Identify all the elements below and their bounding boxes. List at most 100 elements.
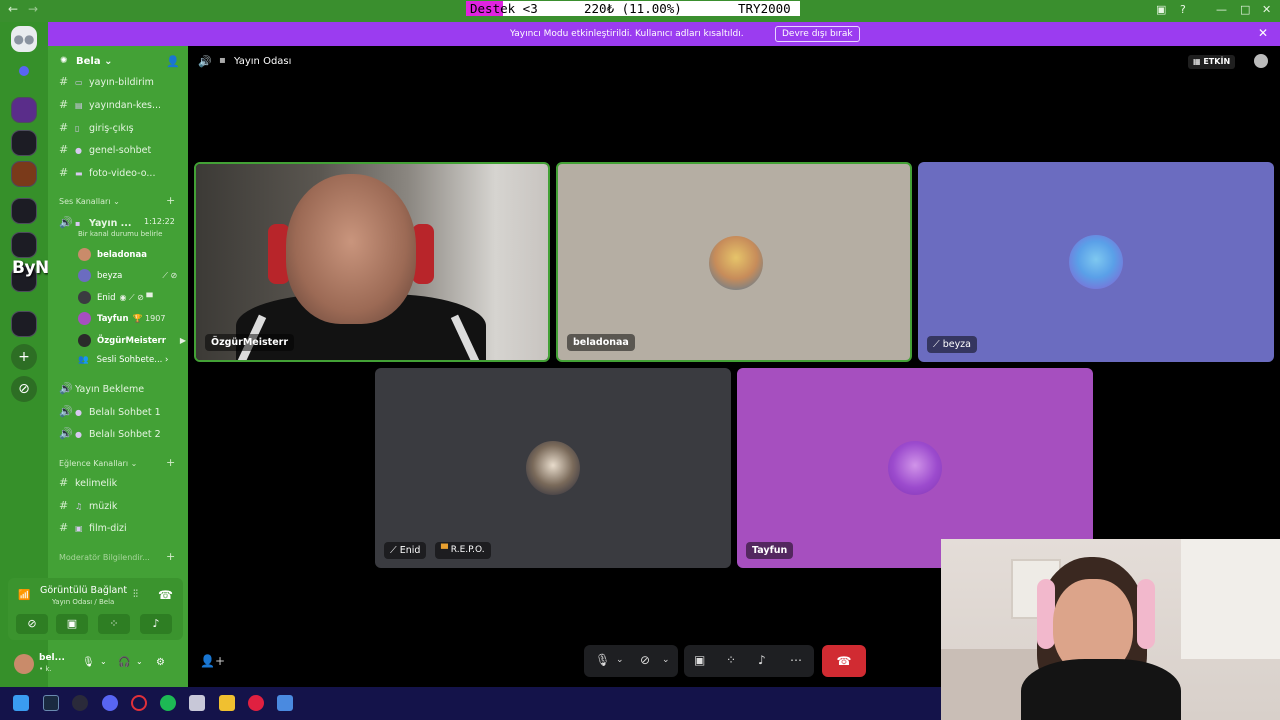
noise-suppression-icon[interactable]: ⫶⫶: [133, 589, 138, 600]
server-folder-icon[interactable]: [11, 311, 37, 337]
settings-gear-icon[interactable]: ⚙: [156, 657, 165, 668]
close-banner-icon[interactable]: ✕: [1258, 26, 1268, 40]
donation-goal: TRY2000: [738, 1, 791, 16]
server-name[interactable]: Bela ⌄: [76, 56, 112, 67]
activities-icon[interactable]: ⁘: [98, 614, 130, 634]
chevron-down-icon[interactable]: ⌄: [100, 657, 107, 666]
voice-status[interactable]: Görüntülü Bağlant: [40, 585, 127, 596]
opera-icon[interactable]: [131, 695, 147, 711]
video-tile[interactable]: Tayfun: [737, 368, 1093, 568]
video-tile[interactable]: ⟋ beyza: [918, 162, 1274, 362]
spotify-icon[interactable]: [160, 695, 176, 711]
server-folder-icon[interactable]: [11, 232, 37, 258]
activities-icon[interactable]: ⁘: [726, 653, 736, 667]
microphone-icon[interactable]: 🎙: [595, 653, 610, 667]
avatar: [888, 441, 942, 495]
voice-user[interactable]: Tayfun 🏆 1907: [78, 312, 165, 325]
avatar[interactable]: [14, 654, 34, 674]
channel-emoji-icon: ▪: [219, 55, 226, 66]
chat-icon[interactable]: [1254, 54, 1268, 68]
people-icon: 👥: [78, 355, 89, 365]
server-icon[interactable]: [11, 130, 37, 156]
text-channel[interactable]: # ● genel-sohbet: [59, 143, 151, 156]
notification-dot: [19, 66, 29, 76]
voice-user[interactable]: ÖzgürMeisterr ▶: [78, 334, 186, 347]
voice-thread[interactable]: 👥 Sesli Sohbete... ›: [78, 355, 168, 365]
voice-channel-active[interactable]: 🔊 ▪ Yayın ...: [59, 216, 131, 229]
text-channel[interactable]: # ▬ foto-video-o...: [59, 166, 155, 179]
camera-off-icon: ⟋: [390, 545, 397, 556]
moderator-category[interactable]: Moderatör Bilgilendir...: [59, 553, 150, 562]
help-icon[interactable]: ?: [1180, 3, 1186, 16]
add-channel-icon[interactable]: +: [166, 550, 175, 563]
voice-channel[interactable]: 🔊 ● Belalı Sohbet 2: [59, 427, 161, 440]
add-server-icon[interactable]: +: [11, 344, 37, 370]
invite-people-icon[interactable]: 👤: [166, 55, 180, 68]
home-button[interactable]: ●●: [11, 26, 37, 52]
microphone-icon[interactable]: 🎙: [82, 657, 95, 668]
voice-user[interactable]: Enid ◉ ⟋ ⊘ ▀: [78, 291, 153, 304]
channel-status[interactable]: Bir kanal durumu belirle: [78, 230, 162, 238]
fun-category[interactable]: Eğlence Kanalları ⌄: [59, 459, 137, 468]
video-tile[interactable]: ⟋ Enid ▀ R.E.P.O.: [375, 368, 731, 568]
audio-video-controls: 🎙 ⌄ ⊘ ⌄: [584, 645, 678, 677]
add-channel-icon[interactable]: +: [166, 456, 175, 469]
soundboard-icon[interactable]: ♪: [758, 653, 766, 667]
screen-share-icon[interactable]: ▣: [56, 614, 88, 634]
voice-channel-icon: 🔊: [198, 55, 212, 68]
tile-name-label: Tayfun: [746, 542, 794, 559]
camera-off-icon[interactable]: ⊘: [640, 653, 650, 667]
voice-channel[interactable]: 🔊 ● Belalı Sohbet 1: [59, 405, 161, 418]
streamer-mode-banner: Yayıncı Modu etkinleştirildi. Kullanıcı …: [48, 22, 1280, 46]
server-icon[interactable]: [11, 97, 37, 123]
voice-channel[interactable]: 🔊 Yayın Bekleme: [59, 382, 144, 395]
disconnect-icon[interactable]: ☎: [158, 588, 173, 602]
github-icon[interactable]: [72, 695, 88, 711]
server-folder-icon[interactable]: [11, 198, 37, 224]
discover-icon[interactable]: ⊘: [11, 376, 37, 402]
camera-off-icon: ⟋: [933, 339, 940, 350]
forward-arrow-icon[interactable]: →: [28, 2, 38, 16]
text-channel[interactable]: # ▭ yayın-bildirim: [59, 75, 154, 88]
os-taskbar: [0, 687, 941, 720]
server-icon[interactable]: [11, 161, 37, 187]
steam-icon[interactable]: [43, 695, 59, 711]
maximize-icon[interactable]: □: [1240, 3, 1250, 16]
pinterest-icon[interactable]: [248, 695, 264, 711]
disable-streamer-mode-button[interactable]: Devre dışı bırak: [775, 26, 860, 42]
screen-share-icon[interactable]: ▣: [694, 653, 705, 667]
voice-user[interactable]: beyza ⟋ ⊘: [78, 269, 177, 282]
text-channel[interactable]: # ▯ giriş-çıkış: [59, 121, 134, 134]
voice-user[interactable]: beladonaa: [78, 248, 147, 261]
video-tile[interactable]: beladonaa: [556, 162, 912, 362]
activity-button[interactable]: ▦ ETKİN: [1188, 55, 1236, 69]
tile-name-label: ÖzgürMeisterr: [205, 334, 295, 351]
leave-call-button[interactable]: ☎: [822, 645, 866, 677]
invite-to-call-icon[interactable]: 👤+: [200, 654, 225, 668]
chevron-down-icon[interactable]: ⌄: [662, 655, 670, 665]
camera-off-icon[interactable]: ⊘: [16, 614, 48, 634]
text-channel[interactable]: # ♫ müzik: [59, 499, 117, 512]
app-icon[interactable]: [189, 695, 205, 711]
chevron-down-icon[interactable]: ⌄: [136, 657, 143, 666]
headphones-icon[interactable]: 🎧: [118, 657, 130, 668]
minimize-icon[interactable]: —: [1216, 3, 1227, 16]
text-channel[interactable]: # kelimelik: [59, 476, 117, 489]
text-channel[interactable]: # ▤ yayından-kes...: [59, 98, 161, 111]
start-icon[interactable]: [13, 695, 29, 711]
inbox-icon[interactable]: ▣: [1156, 3, 1166, 16]
more-options-icon[interactable]: ⋯: [790, 653, 802, 667]
app-icon[interactable]: [277, 695, 293, 711]
text-channel[interactable]: # ▣ film-dizi: [59, 521, 127, 534]
chevron-down-icon[interactable]: ⌄: [616, 655, 624, 665]
back-arrow-icon[interactable]: ←: [8, 2, 18, 16]
close-window-icon[interactable]: ✕: [1262, 3, 1271, 16]
username[interactable]: bel...: [39, 653, 65, 663]
discord-icon[interactable]: [102, 695, 118, 711]
add-channel-icon[interactable]: +: [166, 194, 175, 207]
signal-icon[interactable]: 📶: [18, 590, 30, 601]
soundboard-icon[interactable]: ♪: [140, 614, 172, 634]
voice-category[interactable]: Ses Kanalları ⌄: [59, 197, 120, 206]
video-tile[interactable]: ÖzgürMeisterr: [194, 162, 550, 362]
folder-icon[interactable]: [219, 695, 235, 711]
